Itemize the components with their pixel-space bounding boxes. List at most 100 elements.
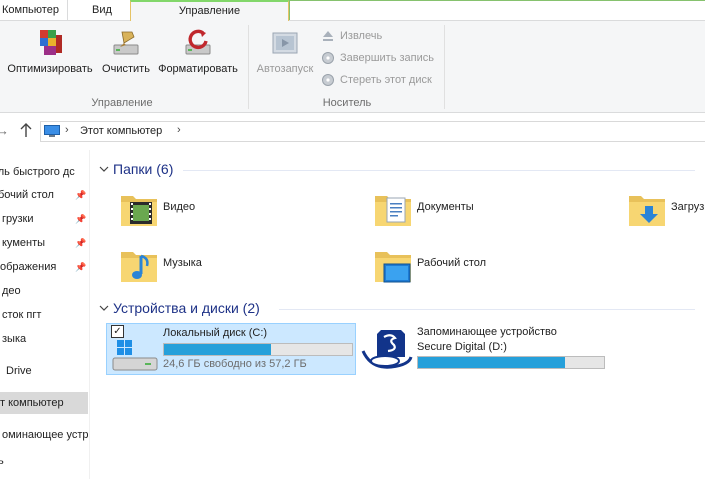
folder-item[interactable]: Видео [117, 186, 357, 234]
nav-item-network[interactable]: ь [0, 450, 89, 472]
erase-disc-label: Стереть этот диск [340, 74, 432, 86]
nav-item-folder[interactable]: сток пгт [0, 304, 89, 326]
windows-drive-icon [111, 338, 159, 372]
pin-icon: 📌 [75, 214, 87, 224]
folders-section-title: Папки (6) [113, 161, 174, 177]
ribbon-separator [248, 25, 249, 109]
documents-folder-icon [371, 188, 415, 232]
folder-item[interactable]: Документы [371, 186, 611, 234]
nav-item-music[interactable]: зыка [0, 328, 89, 350]
nav-item-label: оминающее устр [2, 429, 89, 441]
drive-usage-bar [163, 343, 353, 356]
nav-item-label: ель быстрого дс [0, 166, 75, 178]
folder-name: Документы [417, 201, 474, 213]
breadcrumb-this-pc[interactable]: Этот компьютер [80, 125, 162, 137]
nav-item-label: бочий стол [0, 189, 54, 201]
nav-item-videos[interactable]: део [0, 280, 89, 302]
ribbon-tabs: Компьютер Вид Управление [0, 0, 705, 22]
devices-section-title: Устройства и диски (2) [113, 300, 260, 316]
eject-icon [322, 30, 334, 42]
disc-burn-icon [322, 52, 334, 64]
folder-name: Видео [163, 201, 196, 213]
up-arrow-icon[interactable] [19, 122, 33, 138]
nav-item-downloads[interactable]: грузки 📌 [0, 208, 89, 230]
autoplay-button[interactable]: Автозапуск [254, 27, 316, 75]
drive-usage-fill [418, 357, 565, 368]
videos-folder-icon [117, 188, 161, 232]
downloads-folder-icon [625, 188, 669, 232]
drive-sd-d[interactable]: Запоминающее устройство Secure Digital (… [359, 323, 609, 375]
group-label-media: Носитель [322, 97, 372, 109]
drive-name-line2: Secure Digital (D:) [417, 341, 507, 353]
breadcrumb-chevron-icon[interactable]: › [177, 124, 181, 136]
nav-item-desktop[interactable]: бочий стол 📌 [0, 184, 89, 206]
group-label-manage: Управление [91, 97, 153, 109]
format-icon [182, 27, 214, 59]
format-button[interactable]: Форматировать [155, 27, 241, 75]
drive-name-line1: Запоминающее устройство [417, 326, 557, 338]
checkbox-icon[interactable]: ✓ [111, 325, 124, 338]
optimize-label: Оптимизировать [7, 63, 93, 75]
navigation-pane: ель быстрого дс бочий стол 📌 грузки 📌 куме… [0, 150, 90, 479]
tab-view[interactable]: Вид [92, 0, 116, 21]
nav-item-sd-card[interactable]: оминающее устр [0, 424, 89, 446]
cleanup-label: Очистить [102, 63, 150, 75]
devices-section-header[interactable]: Устройства и диски (2) [91, 299, 705, 319]
folder-item[interactable]: Музыка [117, 242, 357, 290]
nav-item-onedrive[interactable]: Drive [0, 360, 89, 382]
section-divider [279, 309, 695, 310]
erase-disc-button[interactable]: Стереть этот диск [322, 71, 432, 89]
nav-item-quick-access[interactable]: ель быстрого дс [0, 161, 89, 183]
chevron-down-icon [99, 303, 109, 313]
desktop-folder-icon [371, 244, 415, 288]
optimize-button[interactable]: Оптимизировать [3, 27, 97, 75]
finish-burn-button[interactable]: Завершить запись [322, 49, 434, 67]
cleanup-button[interactable]: Очистить [98, 27, 154, 75]
finish-burn-label: Завершить запись [340, 52, 435, 64]
drive-usage-bar [417, 356, 605, 369]
disc-erase-icon [322, 74, 334, 86]
address-box[interactable]: › Этот компьютер › [40, 121, 705, 142]
drive-usage-fill [164, 344, 272, 355]
drive-free-space: 24,6 ГБ свободно из 57,2 ГБ [163, 358, 307, 370]
tab-computer[interactable]: Компьютер [0, 0, 68, 21]
format-label: Форматировать [158, 63, 238, 75]
nav-item-label: ображения [0, 261, 57, 273]
nav-item-label: сток пгт [2, 309, 42, 321]
pin-icon: 📌 [75, 190, 87, 200]
tab-manage[interactable]: Управление [130, 0, 289, 22]
nav-item-this-pc[interactable]: т компьютер [0, 392, 88, 414]
music-folder-icon [117, 244, 161, 288]
nav-item-documents[interactable]: кументы 📌 [0, 232, 89, 254]
content-pane: Папки (6) Видео Документы Загруз Музыка … [91, 150, 705, 479]
address-bar-row: → › Этот компьютер › [0, 114, 705, 150]
section-divider [183, 170, 695, 171]
ribbon-separator [444, 25, 445, 109]
folder-item[interactable]: Рабочий стол [371, 242, 611, 290]
nav-item-label: Drive [6, 365, 32, 377]
disk-cleanup-icon [110, 27, 142, 59]
nav-item-pictures[interactable]: ображения 📌 [0, 256, 89, 278]
drive-local-c[interactable]: ✓ Локальный диск (C:) 24,6 ГБ свободно и… [106, 323, 356, 375]
drive-tools-stripe [289, 0, 705, 20]
folders-section-header[interactable]: Папки (6) [91, 160, 705, 180]
autoplay-icon [269, 27, 301, 59]
eject-label: Извлечь [340, 30, 383, 42]
breadcrumb-chevron-icon[interactable]: › [65, 124, 69, 136]
nav-item-label: зыка [2, 333, 27, 345]
nav-item-label: кументы [2, 237, 46, 249]
sd-card-drive-icon [361, 327, 413, 371]
ribbon: Оптимизировать Очистить Форматировать Уп… [0, 21, 705, 113]
nav-item-label: ь [0, 450, 4, 472]
this-pc-icon [44, 125, 60, 138]
nav-item-label: грузки [2, 213, 34, 225]
folder-name: Рабочий стол [417, 257, 487, 269]
eject-button[interactable]: Извлечь [322, 27, 382, 45]
optimize-icon [34, 27, 66, 59]
chevron-down-icon [99, 164, 109, 174]
back-arrow-icon[interactable]: → [0, 123, 10, 138]
folder-name: Загрузки [671, 201, 705, 213]
folder-item[interactable]: Загрузки [625, 186, 705, 234]
pin-icon: 📌 [75, 262, 87, 272]
nav-item-label: т компьютер [0, 397, 64, 409]
